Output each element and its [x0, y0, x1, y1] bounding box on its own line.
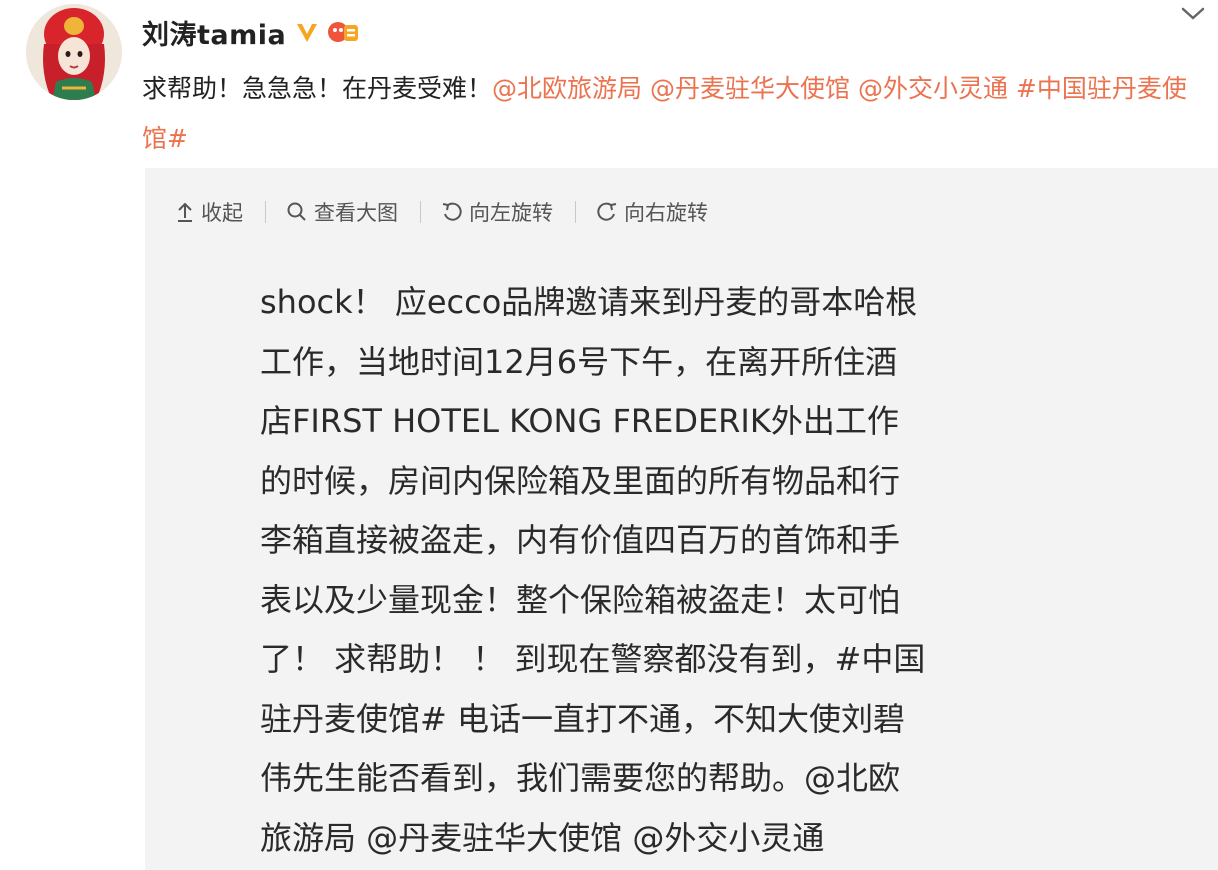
rotate-left-icon — [442, 202, 462, 221]
media-expanded-card: 收起 查看大图 向左旋转 向右旋转 shock！ 应ecco品牌邀请来到丹麦的哥… — [145, 168, 1218, 870]
image-text-line: shock！ 应ecco品牌邀请来到丹麦的哥本哈根 — [260, 283, 918, 321]
avatar-illustration-icon — [26, 4, 122, 100]
view-large-button[interactable]: 查看大图 — [286, 197, 398, 227]
post-text-lead: 求帮助！急急急！在丹麦受难！ — [142, 74, 493, 103]
collapse-label: 收起 — [201, 201, 243, 225]
chevron-down-icon[interactable] — [1176, 2, 1210, 26]
username[interactable]: 刘涛tamia — [142, 13, 286, 52]
image-text-line: 表以及少量现金！整个保险箱被盗走！太可怕 — [260, 580, 901, 619]
post-header: 刘涛tamia — [142, 12, 360, 52]
view-large-label: 查看大图 — [314, 201, 398, 225]
post-text: 求帮助！急急急！在丹麦受难！@北欧旅游局 @丹麦驻华大使馆 @外交小灵通 #中国… — [142, 64, 1202, 164]
image-text-line: 的时候，房间内保险箱及里面的所有物品和行 — [260, 461, 901, 500]
mention-link[interactable]: @外交小灵通 — [858, 74, 1008, 103]
vip-member-icon[interactable] — [326, 19, 360, 45]
post-image-text[interactable]: shock！ 应ecco品牌邀请来到丹麦的哥本哈根 工作，当地时间12月6号下午… — [260, 273, 1100, 868]
rotate-right-icon — [597, 202, 617, 221]
toolbar-divider — [265, 201, 266, 223]
image-text-line: 店FIRST HOTEL KONG FREDERIK外出工作 — [260, 402, 899, 440]
image-text-line: 工作，当地时间12月6号下午，在离开所住酒 — [260, 342, 898, 381]
collapse-button[interactable]: 收起 — [175, 197, 243, 227]
rotate-left-label: 向左旋转 — [469, 201, 553, 225]
verified-v-icon[interactable] — [294, 19, 320, 45]
search-icon — [287, 202, 306, 221]
media-toolbar: 收起 查看大图 向左旋转 向右旋转 — [175, 192, 708, 232]
mention-link[interactable]: @丹麦驻华大使馆 — [650, 74, 850, 103]
weibo-post: 刘涛tamia 求帮助！急急急！在丹麦受难！@北欧旅游局 @丹麦驻华大使馆 @外 — [0, 0, 1218, 870]
toolbar-divider — [420, 201, 421, 223]
rotate-right-label: 向右旋转 — [624, 201, 708, 225]
collapse-up-icon — [178, 202, 192, 222]
mention-link[interactable]: @北欧旅游局 — [492, 74, 642, 103]
image-text-line: 驻丹麦使馆# 电话一直打不通，不知大使刘碧 — [260, 699, 905, 738]
avatar[interactable] — [26, 4, 122, 100]
rotate-right-button[interactable]: 向右旋转 — [596, 197, 708, 227]
image-text-line: 旅游局 @丹麦驻华大使馆 @外交小灵通 — [260, 818, 825, 857]
rotate-left-button[interactable]: 向左旋转 — [441, 197, 553, 227]
toolbar-divider — [575, 201, 576, 223]
image-text-line: 李箱直接被盗走，内有价值四百万的首饰和手 — [260, 521, 901, 559]
image-text-line: 了！ 求帮助！ ！ 到现在警察都没有到，#中国 — [260, 640, 926, 678]
image-text-line: 伟先生能否看到，我们需要您的帮助。@北欧 — [260, 759, 901, 797]
